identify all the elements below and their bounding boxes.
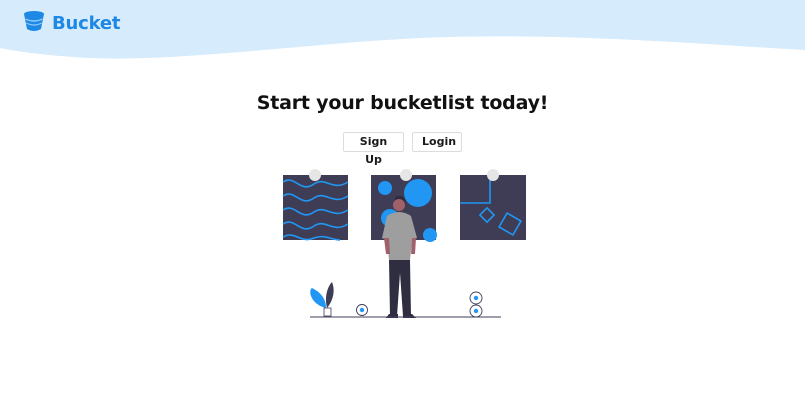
login-button[interactable]: Login	[412, 132, 462, 152]
landing-page: Bucket Start your bucketlist today! Sign…	[0, 0, 805, 403]
brand-name: Bucket	[52, 12, 121, 34]
person-viewing-art-illustration	[282, 169, 526, 318]
header-wave-background	[0, 0, 805, 59]
potted-plant-icon	[310, 282, 334, 317]
wavy-lines-painting	[282, 169, 349, 241]
brand-logo-link[interactable]: Bucket	[23, 10, 121, 36]
geometric-painting	[460, 169, 526, 240]
hero-title: Start your bucketlist today!	[256, 92, 549, 114]
single-disc-icon	[356, 304, 368, 316]
bucket-icon	[23, 10, 45, 36]
sign-up-button[interactable]: Sign Up	[343, 132, 404, 166]
auth-actions: Sign Up Login	[0, 132, 805, 166]
stacked-discs-icon	[469, 291, 483, 318]
